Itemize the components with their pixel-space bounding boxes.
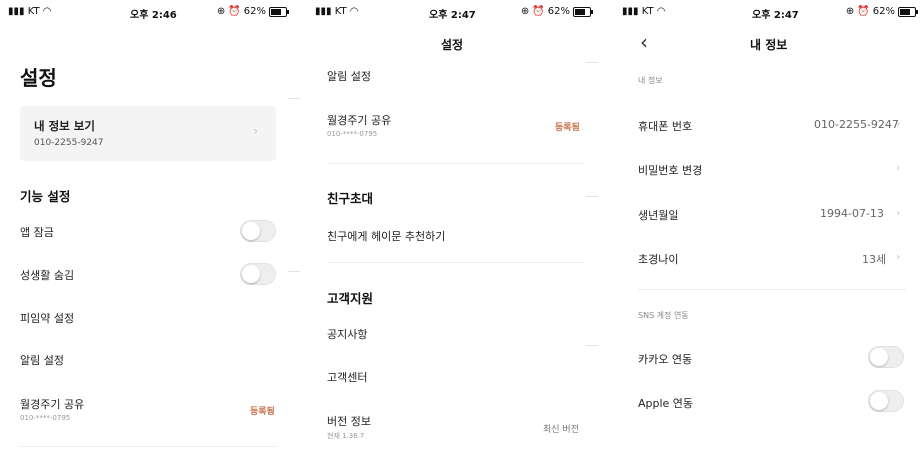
cycle-share-phone: 010-****-0795	[327, 130, 378, 138]
my-info-screen: ▮▮▮ KT ◠ 오후 2:47 ⊕ ⏰ 62% ‹ 내 정보 내 정보 휴대폰…	[600, 0, 920, 453]
birthdate-label: 생년월일	[638, 209, 679, 222]
my-info-card[interactable]: 내 정보 보기 010-2255-9247 ›	[20, 106, 276, 161]
nav-title: 내 정보	[750, 38, 788, 52]
chevron-right-icon: ›	[253, 124, 258, 138]
settings-screen-main: ▮▮▮ KT ◠ 오후 2:46 ⊕ ⏰ 62% 설정 내 정보 보기 010-…	[0, 0, 295, 453]
divider	[586, 345, 598, 346]
signal-icon: ▮▮▮	[315, 6, 332, 17]
alarm-icon: ⏰	[532, 6, 545, 17]
my-info-section-label: 내 정보	[638, 76, 663, 85]
wifi-icon: ◠	[42, 6, 52, 17]
location-icon: ⊕	[845, 6, 855, 17]
cycle-share-item[interactable]: 월경주기 공유	[20, 396, 84, 412]
section-feature-settings: 기능 설정	[20, 189, 71, 204]
page-title: 설정	[20, 66, 57, 90]
signal-icon: ▮▮▮	[622, 6, 639, 17]
version-label: 버전 정보	[327, 415, 371, 428]
battery-icon	[898, 6, 918, 17]
wifi-icon: ◠	[656, 6, 666, 17]
signal-icon: ▮▮▮	[8, 6, 25, 17]
battery-percent: 62%	[872, 6, 895, 17]
section-support: 고객지원	[327, 291, 374, 306]
alarm-icon: ⏰	[228, 6, 241, 17]
chevron-right-icon: ›	[896, 117, 901, 130]
status-bar-left: ▮▮▮ KT ◠	[315, 6, 359, 17]
status-time: 오후 2:46	[130, 10, 177, 21]
divider	[288, 98, 300, 99]
hide-sex-life-label: 성생활 숨김	[20, 269, 75, 282]
phone-label: 휴대폰 번호	[638, 120, 693, 133]
status-bar-left: ▮▮▮ KT ◠	[622, 6, 666, 17]
pill-settings-item[interactable]: 피임약 설정	[20, 310, 74, 326]
my-info-card-phone: 010-2255-9247	[34, 138, 104, 148]
status-bar-right: ⊕ ⏰ 62%	[845, 6, 918, 17]
menarche-age-label: 초경나이	[638, 253, 679, 266]
divider	[20, 446, 276, 447]
change-password-item[interactable]: 비밀번호 변경	[638, 162, 702, 178]
cycle-share-phone: 010-****-0795	[20, 414, 71, 422]
invite-friend-item[interactable]: 친구에게 헤이문 추천하기	[327, 228, 445, 244]
app-lock-toggle[interactable]	[240, 220, 276, 242]
settings-screen-scrolled: ▮▮▮ KT ◠ 오후 2:47 ⊕ ⏰ 62% 설정 알림 설정 월경주기 공…	[297, 0, 599, 453]
chevron-right-icon: ›	[896, 206, 901, 219]
hide-sex-life-toggle[interactable]	[240, 263, 276, 285]
chevron-left-icon[interactable]: ‹	[640, 30, 648, 54]
notification-settings-item[interactable]: 알림 설정	[20, 352, 64, 368]
app-lock-label: 앱 잠금	[20, 226, 54, 239]
battery-icon	[269, 6, 289, 17]
divider	[586, 62, 598, 63]
divider	[327, 262, 583, 263]
location-icon: ⊕	[520, 6, 530, 17]
chevron-right-icon: ›	[896, 161, 901, 174]
alarm-icon: ⏰	[857, 6, 870, 17]
location-icon: ⊕	[216, 6, 226, 17]
cycle-share-status: 등록됨	[250, 407, 275, 417]
cycle-share-item[interactable]: 월경주기 공유	[327, 112, 391, 128]
notice-item[interactable]: 공지사항	[327, 326, 367, 342]
status-bar-right: ⊕ ⏰ 62%	[216, 6, 289, 17]
carrier-label: KT	[27, 6, 40, 17]
battery-icon	[573, 6, 593, 17]
section-invite: 친구초대	[327, 191, 374, 206]
battery-percent: 62%	[243, 6, 266, 17]
wifi-icon: ◠	[349, 6, 359, 17]
sns-section-label: SNS 계정 연동	[638, 311, 689, 320]
divider	[327, 163, 583, 164]
apple-link-label: Apple 연동	[638, 397, 694, 410]
menarche-age-value[interactable]: 13세	[862, 251, 886, 267]
divider	[288, 271, 300, 272]
version-current: 현재 1.36.7	[327, 432, 365, 440]
divider	[586, 196, 598, 197]
kakao-link-toggle[interactable]	[868, 346, 904, 368]
my-info-card-label: 내 정보 보기	[34, 119, 95, 133]
notification-settings-item[interactable]: 알림 설정	[327, 68, 371, 84]
cycle-share-status: 등록됨	[555, 123, 580, 133]
kakao-link-label: 카카오 연동	[638, 353, 693, 366]
phone-value[interactable]: 010-2255-9247	[814, 118, 899, 131]
carrier-label: KT	[641, 6, 654, 17]
divider	[638, 289, 906, 290]
version-status: 최신 버전	[543, 425, 579, 435]
chevron-right-icon: ›	[896, 250, 901, 263]
nav-title: 설정	[441, 38, 464, 52]
customer-center-item[interactable]: 고객센터	[327, 369, 367, 385]
status-bar-left: ▮▮▮ KT ◠	[8, 6, 52, 17]
battery-percent: 62%	[547, 6, 570, 17]
carrier-label: KT	[334, 6, 347, 17]
apple-link-toggle[interactable]	[868, 390, 904, 412]
status-time: 오후 2:47	[429, 10, 476, 21]
status-bar-right: ⊕ ⏰ 62%	[520, 6, 593, 17]
birthdate-value[interactable]: 1994-07-13	[820, 207, 884, 220]
status-time: 오후 2:47	[752, 10, 799, 21]
